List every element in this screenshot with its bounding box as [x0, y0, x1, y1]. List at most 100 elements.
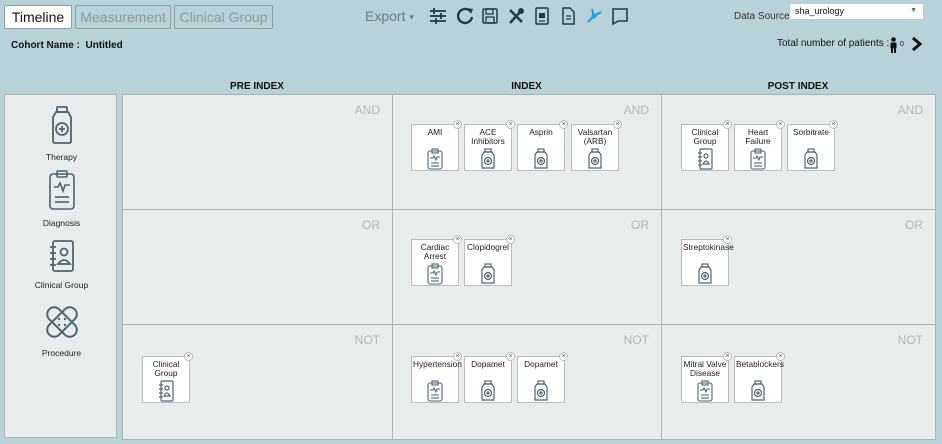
diagnosis-clipboard-icon: [426, 263, 444, 290]
column-post-index: POST INDEX: [767, 81, 829, 92]
operator-not: NOT: [897, 333, 923, 347]
criteria-card[interactable]: Betablockers ×: [734, 352, 785, 403]
card-label: Dopamet: [471, 359, 505, 369]
palette-item-therapy[interactable]: Therapy: [5, 105, 118, 162]
operator-not: NOT: [354, 333, 380, 347]
tab-timeline[interactable]: Timeline: [4, 5, 72, 29]
document-icon[interactable]: [558, 6, 578, 26]
card-label: Betablockers: [736, 359, 784, 369]
criteria-card[interactable]: Asprin ×: [517, 120, 568, 171]
criteria-card[interactable]: Clopidogrel ×: [464, 235, 515, 286]
therapy-bottle-icon: [749, 380, 767, 407]
card-label: Mitral Valve Disease: [683, 359, 727, 378]
card-label: Sorbitrate: [793, 127, 829, 137]
close-icon[interactable]: ×: [506, 120, 515, 129]
criteria-card[interactable]: Sorbitrate ×: [787, 120, 838, 171]
export-menu[interactable]: Export ▾: [365, 8, 414, 24]
patient-count-label: Total number of patients :: [777, 38, 890, 49]
close-icon[interactable]: ×: [776, 120, 785, 129]
card-label: Clinical Group: [152, 359, 180, 378]
close-icon[interactable]: ×: [829, 120, 838, 129]
tab-clinical-group[interactable]: Clinical Group: [174, 5, 273, 29]
criteria-card[interactable]: ACE Inhibitors ×: [464, 120, 515, 171]
criteria-card[interactable]: Streptokinase ×: [681, 235, 734, 286]
card-label: AMI: [427, 127, 443, 137]
close-icon[interactable]: ×: [506, 235, 515, 244]
card-label: ACE Inhibitors: [471, 127, 505, 146]
refresh-icon[interactable]: [455, 6, 475, 26]
comment-icon[interactable]: [610, 6, 630, 26]
diagnosis-clipboard-icon: [749, 148, 767, 175]
network-diagram-icon[interactable]: [584, 6, 604, 26]
palette-label-diagnosis: Diagnosis: [42, 218, 81, 228]
palette-item-procedure[interactable]: Procedure: [5, 303, 118, 358]
criteria-card[interactable]: Dopamet ×: [517, 352, 568, 403]
close-icon[interactable]: ×: [506, 352, 515, 361]
tools-icon[interactable]: [506, 6, 526, 26]
operator-not: NOT: [623, 333, 649, 347]
patient-count-value: 0: [900, 41, 904, 48]
close-icon[interactable]: ×: [613, 120, 622, 129]
criteria-card[interactable]: Valsartan (ARB) ×: [571, 120, 622, 171]
diagnosis-clipboard-icon: [696, 380, 714, 407]
cohort-name: Cohort Name : Untitled: [11, 40, 123, 51]
criteria-card[interactable]: Mitral Valve Disease ×: [681, 352, 732, 403]
save-icon[interactable]: [480, 6, 500, 26]
cell-pre-and[interactable]: AND: [122, 94, 393, 210]
close-icon[interactable]: ×: [453, 352, 462, 361]
column-pre-index: PRE INDEX: [230, 81, 284, 92]
data-source-value: sha_urology: [795, 6, 845, 16]
data-source-select[interactable]: sha_urology ▼: [789, 3, 924, 20]
diagnosis-clipboard-icon: [426, 148, 444, 175]
palette-item-clinical-group[interactable]: Clinical Group: [5, 239, 118, 290]
close-icon[interactable]: ×: [559, 352, 568, 361]
card-label: Cardiac Arrest: [420, 242, 450, 261]
operator-or: OR: [362, 218, 380, 232]
card-label: Heart Failure: [745, 127, 771, 146]
card-label: Clinical Group: [691, 127, 719, 146]
clinical-group-book-icon: [49, 240, 74, 272]
cell-pre-or[interactable]: OR: [122, 209, 393, 325]
close-icon[interactable]: ×: [723, 352, 732, 361]
criteria-card[interactable]: Clinical Group ×: [681, 120, 732, 171]
palette-label-procedure: Procedure: [41, 348, 82, 358]
close-icon[interactable]: ×: [723, 120, 732, 129]
criteria-card[interactable]: Dopamet ×: [464, 352, 515, 403]
cohort-name-label: Cohort Name :: [11, 40, 80, 51]
operator-or: OR: [905, 218, 923, 232]
filter-sliders-icon[interactable]: [428, 6, 448, 26]
therapy-bottle-icon: [696, 263, 714, 290]
close-icon[interactable]: ×: [723, 235, 732, 244]
column-index: INDEX: [511, 81, 542, 92]
chevron-down-icon: ▾: [409, 11, 414, 22]
criteria-card[interactable]: Cardiac Arrest ×: [411, 235, 462, 286]
criteria-card[interactable]: Heart Failure ×: [734, 120, 785, 171]
therapy-bottle-icon: [532, 148, 550, 175]
card-label: Clopidogrel: [467, 242, 509, 252]
palette-label-therapy: Therapy: [45, 152, 78, 162]
data-source-label: Data Source: [734, 11, 790, 22]
criteria-card[interactable]: AMI ×: [411, 120, 462, 171]
chevron-down-icon: ▼: [910, 7, 917, 14]
therapy-bottle-icon: [51, 106, 72, 144]
card-label: Streptokinase: [683, 242, 734, 252]
close-icon[interactable]: ×: [453, 235, 462, 244]
criteria-card[interactable]: Clinical Group ×: [142, 352, 193, 403]
operator-and: AND: [897, 103, 923, 117]
close-icon[interactable]: ×: [453, 120, 462, 129]
report-document-icon[interactable]: [532, 6, 552, 26]
palette-item-diagnosis[interactable]: Diagnosis: [5, 169, 118, 228]
cohort-name-value: Untitled: [85, 40, 123, 51]
tab-measurement[interactable]: Measurement: [75, 5, 171, 29]
chevron-right-icon[interactable]: [911, 36, 923, 52]
close-icon[interactable]: ×: [184, 352, 193, 361]
diagnosis-clipboard-icon: [48, 170, 75, 210]
criteria-card[interactable]: Hypertension ×: [411, 352, 462, 403]
operator-and: AND: [354, 103, 380, 117]
close-icon[interactable]: ×: [559, 120, 568, 129]
therapy-bottle-icon: [479, 380, 497, 407]
clinical-group-book-icon: [696, 148, 714, 175]
close-icon[interactable]: ×: [776, 352, 785, 361]
therapy-bottle-icon: [586, 148, 604, 175]
card-label: Hypertension: [413, 359, 462, 369]
